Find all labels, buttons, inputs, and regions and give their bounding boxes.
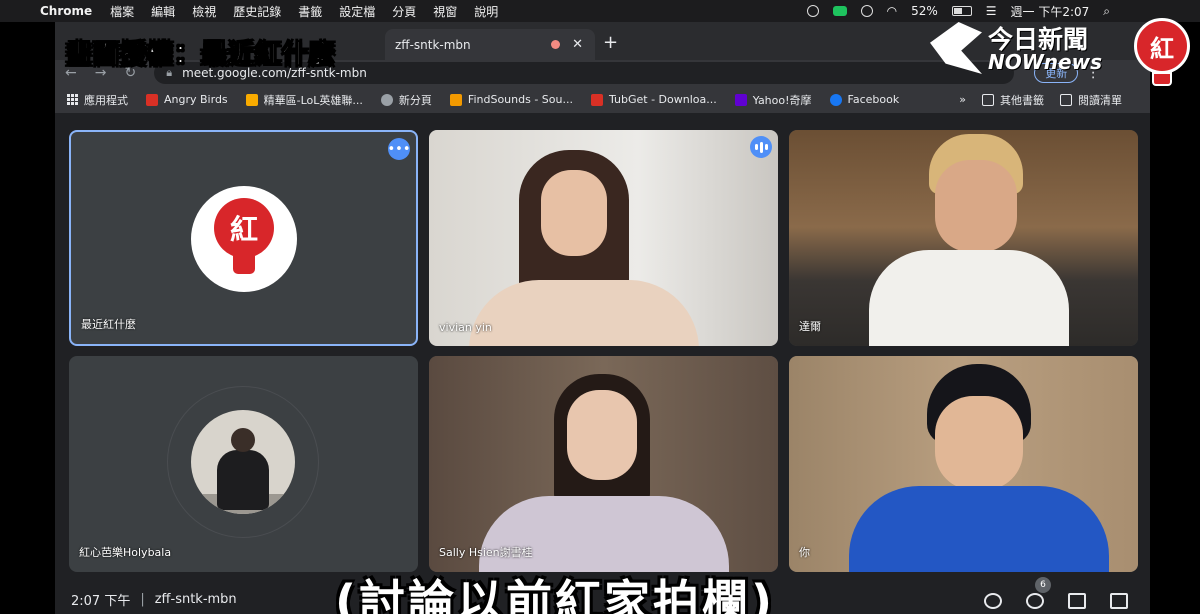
folder-icon xyxy=(982,93,994,106)
participant-name: 達爾 xyxy=(799,320,821,333)
menu-history[interactable]: 歷史記錄 xyxy=(233,3,281,20)
meeting-actions: 6 xyxy=(984,577,1128,609)
control-center-icon[interactable]: ☰ xyxy=(986,4,997,18)
brand-name-latin: NOWnews xyxy=(988,50,1102,74)
bookmark-item[interactable]: Facebook xyxy=(829,93,899,106)
nownews-logo-icon xyxy=(930,22,982,74)
bookmark-item[interactable]: 精華區-LoL英雄聯... xyxy=(245,92,363,108)
menu-view[interactable]: 檢視 xyxy=(192,3,216,20)
spotlight-icon[interactable]: ⌕ xyxy=(1103,4,1110,19)
participant-tile[interactable]: 達爾 xyxy=(789,130,1138,346)
bookmark-item[interactable]: Angry Birds xyxy=(146,93,228,106)
screen-record-icon[interactable] xyxy=(806,5,819,17)
avatar xyxy=(191,410,295,514)
battery-icon[interactable] xyxy=(951,6,972,16)
meet-stage: 紅 ••• 最近紅什麼 vivian yin 達爾 紅心芭樂Holybala S… xyxy=(55,114,1150,614)
bookmark-apps[interactable]: 應用程式 xyxy=(67,92,128,108)
participant-tile[interactable]: vivian yin xyxy=(429,130,778,346)
new-tab-icon[interactable]: + xyxy=(603,32,618,53)
app-name[interactable]: Chrome xyxy=(40,4,92,18)
other-bookmarks[interactable]: 其他書籤 xyxy=(982,92,1044,108)
info-icon[interactable] xyxy=(984,593,1002,609)
mac-menu-bar: Chrome 檔案 編輯 檢視 歷史記錄 書籤 設定檔 分頁 視窗 說明 ◠ 5… xyxy=(0,0,1200,22)
bookmark-item[interactable]: Yahoo!奇摩 xyxy=(734,92,812,108)
apps-grid-icon xyxy=(67,94,78,105)
participant-video xyxy=(789,356,1138,572)
more-options-icon[interactable]: ••• xyxy=(388,138,411,160)
findsounds-icon xyxy=(449,93,462,106)
status-icon[interactable] xyxy=(860,5,873,17)
tab-title: zff-sntk-mbn xyxy=(395,37,471,52)
battery-percent: 52% xyxy=(911,4,938,18)
avatar-ring xyxy=(167,386,319,538)
participant-name: 你 xyxy=(799,546,810,559)
participant-tile[interactable]: Sally Hsien謝書桂 xyxy=(429,356,778,572)
facebook-icon xyxy=(829,93,842,106)
participant-video xyxy=(429,130,778,346)
menu-file[interactable]: 檔案 xyxy=(110,3,134,20)
menu-bookmarks[interactable]: 書籤 xyxy=(298,3,322,20)
video-subtitle: (討論以前紅家拍欄) xyxy=(335,575,776,614)
yahoo-icon xyxy=(734,93,747,106)
clock[interactable]: 週一 下午2:07 xyxy=(1011,3,1090,20)
channel-logo: 紅 xyxy=(191,186,297,292)
divider: | xyxy=(140,591,145,607)
bookmark-overflow-icon[interactable]: » xyxy=(959,93,966,106)
bookmarks-bar: 應用程式 Angry Birds 精華區-LoL英雄聯... 新分頁 FindS… xyxy=(55,86,1150,114)
activities-icon[interactable] xyxy=(1110,593,1128,609)
menu-tab[interactable]: 分頁 xyxy=(392,3,416,20)
menu-edit[interactable]: 編輯 xyxy=(151,3,175,20)
bookmark-item[interactable]: FindSounds - Sou... xyxy=(449,93,573,106)
angry-birds-icon xyxy=(146,93,158,106)
participant-name: 紅心芭樂Holybala xyxy=(79,546,172,559)
wifi-icon[interactable]: ◠ xyxy=(887,4,897,18)
chat-icon[interactable] xyxy=(1068,593,1086,609)
tubget-icon xyxy=(590,93,603,106)
close-tab-icon[interactable]: ✕ xyxy=(572,37,583,52)
people-icon[interactable]: 6 xyxy=(1026,577,1051,609)
bookmark-item[interactable]: TubGet - Downloa... xyxy=(590,93,717,106)
bookmark-item[interactable]: 新分頁 xyxy=(380,92,432,108)
participant-count-badge: 6 xyxy=(1035,577,1051,593)
meeting-time: 2:07 下午 xyxy=(71,593,131,609)
folder-icon xyxy=(245,93,258,106)
reading-list-icon xyxy=(1060,93,1072,106)
menu-window[interactable]: 視窗 xyxy=(433,3,457,20)
nownews-brand: 今日新聞 NOWnews xyxy=(930,20,1110,78)
menu-help[interactable]: 說明 xyxy=(474,3,498,20)
globe-icon xyxy=(380,93,393,106)
speaking-indicator-icon xyxy=(750,136,772,158)
participant-name: 最近紅什麼 xyxy=(81,318,136,331)
participant-video xyxy=(429,356,778,572)
participant-name: vivian yin xyxy=(439,321,492,334)
lightbulb-logo-icon: 紅 xyxy=(1128,12,1196,102)
participant-tile[interactable]: 你 xyxy=(789,356,1138,572)
menu-profiles[interactable]: 設定檔 xyxy=(339,3,375,20)
participant-tile[interactable]: 紅 ••• 最近紅什麼 xyxy=(69,130,418,346)
participant-tile[interactable]: 紅心芭樂Holybala xyxy=(69,356,418,572)
reading-list[interactable]: 閱讀清單 xyxy=(1060,92,1122,108)
line-icon[interactable] xyxy=(832,6,847,16)
tab-meet[interactable]: zff-sntk-mbn ✕ xyxy=(385,29,595,60)
recording-icon xyxy=(551,40,561,49)
participant-video xyxy=(789,130,1138,346)
participant-name: Sally Hsien謝書桂 xyxy=(439,546,533,559)
meeting-code[interactable]: zff-sntk-mbn xyxy=(155,592,237,607)
lightbulb-logo-icon: 紅 xyxy=(209,198,279,280)
chrome-window: zff-sntk-mbn ✕ + ← → ↻ 🔒︎ meet.google.co… xyxy=(55,22,1150,614)
license-caption: 畫面授權：最近紅什麼 xyxy=(65,40,337,71)
